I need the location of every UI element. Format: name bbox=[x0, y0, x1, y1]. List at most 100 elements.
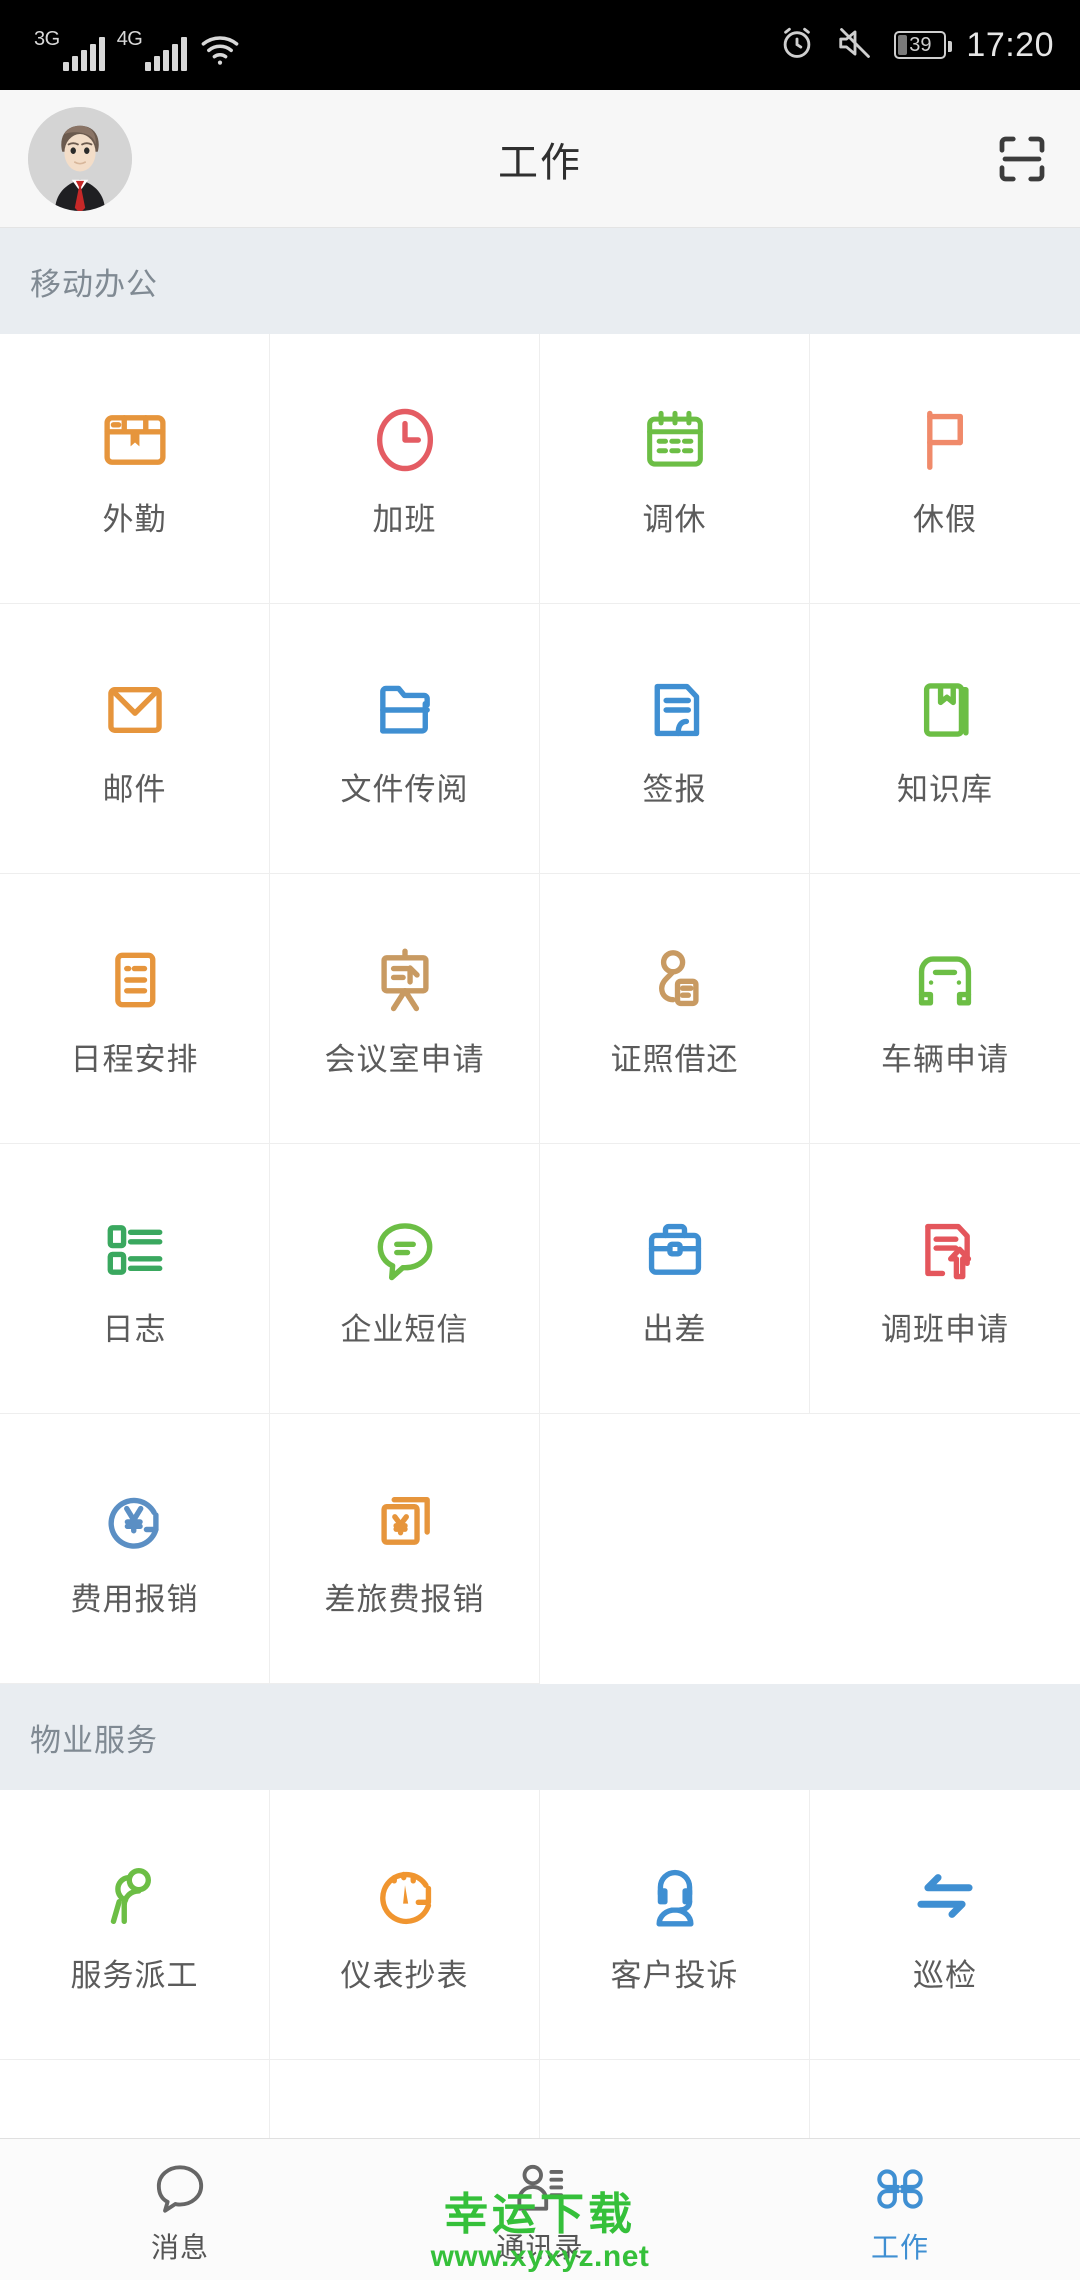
app-cell-meeting-room[interactable]: 会议室申请 bbox=[270, 874, 540, 1144]
status-bar-clock: 17:20 bbox=[966, 25, 1054, 64]
app-header: 工作 bbox=[0, 90, 1080, 228]
app-cell-business-trip[interactable]: 出差 bbox=[540, 1144, 810, 1414]
signal-bars-icon bbox=[145, 37, 188, 71]
app-cell-certificate-loan[interactable]: 证照借还 bbox=[540, 874, 810, 1144]
app-cell-mail[interactable]: 邮件 bbox=[0, 604, 270, 874]
app-label: 出差 bbox=[642, 1312, 707, 1347]
folder-icon bbox=[367, 672, 443, 748]
app-cell-meter-reading[interactable]: 仪表抄表 bbox=[270, 1790, 540, 2060]
schedule-icon bbox=[97, 942, 173, 1018]
clock-icon bbox=[367, 402, 443, 478]
section-header-property-services: 物业服务 bbox=[0, 1684, 1080, 1790]
status-bar-left: 3G 4G bbox=[34, 19, 241, 71]
patrol-arrows-icon bbox=[907, 1858, 983, 1934]
battery-icon: 39 bbox=[894, 31, 953, 59]
app-label: 费用报销 bbox=[70, 1582, 199, 1617]
calendar-icon bbox=[637, 402, 713, 478]
app-cell-shift-change[interactable]: 调班申请 bbox=[810, 1144, 1080, 1414]
customer-support-icon bbox=[637, 1858, 713, 1934]
work-grid-icon bbox=[869, 2158, 931, 2220]
app-content[interactable]: 移动办公 外勤 加班 调休 休假 邮件 文件传阅 签报 知识库 日程安排 会议室… bbox=[0, 228, 1080, 2138]
app-cell-empty bbox=[810, 1414, 1080, 1684]
page-title: 工作 bbox=[498, 140, 582, 185]
app-label: 日志 bbox=[102, 1312, 167, 1347]
mute-icon bbox=[836, 24, 874, 67]
field-work-icon bbox=[97, 402, 173, 478]
signal-bars-icon bbox=[62, 37, 105, 71]
app-cell-time-off[interactable]: 调休 bbox=[540, 334, 810, 604]
app-cell-log[interactable]: 日志 bbox=[0, 1144, 270, 1414]
status-bar: 3G 4G 39 17:20 bbox=[0, 0, 1080, 90]
chat-bubble-icon bbox=[367, 1212, 443, 1288]
app-cell-overtime[interactable]: 加班 bbox=[270, 334, 540, 604]
app-label: 调班申请 bbox=[881, 1312, 1009, 1347]
tab-label: 通讯录 bbox=[496, 2231, 584, 2263]
contacts-icon bbox=[509, 2158, 571, 2220]
app-cell-travel-expense[interactable]: 差旅费报销 bbox=[270, 1414, 540, 1684]
signal-3g-label: 3G bbox=[34, 28, 60, 50]
app-screen: 3G 4G 39 17:20 工作 移动办公 外勤 加班 调休 休假 邮件 文件… bbox=[0, 0, 1080, 2280]
app-cell-partial-1[interactable] bbox=[0, 2060, 270, 2138]
app-label: 会议室申请 bbox=[324, 1042, 485, 1077]
app-cell-schedule[interactable]: 日程安排 bbox=[0, 874, 270, 1144]
app-label: 服务派工 bbox=[70, 1958, 199, 1993]
app-label: 企业短信 bbox=[340, 1312, 469, 1347]
app-label: 休假 bbox=[913, 502, 977, 537]
app-cell-knowledge-base[interactable]: 知识库 bbox=[810, 604, 1080, 874]
app-label: 签报 bbox=[642, 772, 707, 807]
list-icon bbox=[97, 1212, 173, 1288]
wifi-icon bbox=[199, 31, 241, 71]
envelope-icon bbox=[97, 672, 173, 748]
app-label: 知识库 bbox=[897, 772, 993, 807]
app-label: 差旅费报销 bbox=[324, 1582, 485, 1617]
app-label: 车辆申请 bbox=[881, 1042, 1009, 1077]
scan-icon[interactable] bbox=[992, 129, 1052, 189]
status-bar-right: 39 17:20 bbox=[778, 24, 1054, 67]
app-grid-mobile-office: 外勤 加班 调休 休假 邮件 文件传阅 签报 知识库 日程安排 会议室申请 证照… bbox=[0, 334, 1080, 1684]
tab-contacts[interactable]: 通讯录 bbox=[360, 2158, 720, 2262]
app-cell-patrol[interactable]: 巡检 bbox=[810, 1790, 1080, 2060]
bottom-tab-bar: 消息 通讯录 工作 bbox=[0, 2138, 1080, 2280]
app-label: 巡检 bbox=[913, 1958, 977, 1993]
app-label: 调休 bbox=[642, 502, 707, 537]
app-cell-vehicle-request[interactable]: 车辆申请 bbox=[810, 874, 1080, 1144]
app-label: 证照借还 bbox=[610, 1042, 739, 1077]
app-cell-approval-report[interactable]: 签报 bbox=[540, 604, 810, 874]
meter-reading-icon bbox=[367, 1858, 443, 1934]
book-icon bbox=[907, 672, 983, 748]
user-avatar-icon bbox=[28, 106, 132, 211]
badge-icon bbox=[637, 942, 713, 1018]
app-cell-enterprise-sms[interactable]: 企业短信 bbox=[270, 1144, 540, 1414]
app-cell-customer-complaint[interactable]: 客户投诉 bbox=[540, 1790, 810, 2060]
tab-label: 工作 bbox=[870, 2231, 929, 2263]
app-cell-partial-3[interactable] bbox=[540, 2060, 810, 2138]
tab-work[interactable]: 工作 bbox=[720, 2158, 1080, 2262]
app-cell-empty bbox=[540, 1414, 810, 1684]
alarm-icon bbox=[778, 24, 816, 67]
app-cell-partial-2[interactable] bbox=[270, 2060, 540, 2138]
app-cell-field-work[interactable]: 外勤 bbox=[0, 334, 270, 604]
app-label: 外勤 bbox=[102, 502, 167, 537]
app-label: 文件传阅 bbox=[340, 772, 469, 807]
app-cell-partial-4[interactable] bbox=[810, 2060, 1080, 2138]
tab-messages[interactable]: 消息 bbox=[0, 2158, 360, 2262]
signal-4g: 4G bbox=[117, 29, 188, 71]
app-label: 日程安排 bbox=[70, 1042, 199, 1077]
message-icon bbox=[149, 2158, 211, 2220]
signal-3g: 3G bbox=[34, 29, 105, 71]
app-grid-property-services: 服务派工 仪表抄表 客户投诉 巡检 bbox=[0, 1790, 1080, 2060]
flag-icon bbox=[907, 402, 983, 478]
travel-expense-icon bbox=[367, 1482, 443, 1558]
app-cell-service-dispatch[interactable]: 服务派工 bbox=[0, 1790, 270, 2060]
app-cell-vacation[interactable]: 休假 bbox=[810, 334, 1080, 604]
meeting-board-icon bbox=[367, 942, 443, 1018]
shift-change-icon bbox=[907, 1212, 983, 1288]
yen-refund-icon bbox=[97, 1482, 173, 1558]
avatar[interactable] bbox=[28, 106, 132, 211]
app-cell-expense-reimbursement[interactable]: 费用报销 bbox=[0, 1414, 270, 1684]
app-label: 仪表抄表 bbox=[340, 1958, 469, 1993]
app-grid-property-partial bbox=[0, 2060, 1080, 2138]
app-cell-file-circulation[interactable]: 文件传阅 bbox=[270, 604, 540, 874]
section-header-mobile-office: 移动办公 bbox=[0, 228, 1080, 334]
car-icon bbox=[907, 942, 983, 1018]
